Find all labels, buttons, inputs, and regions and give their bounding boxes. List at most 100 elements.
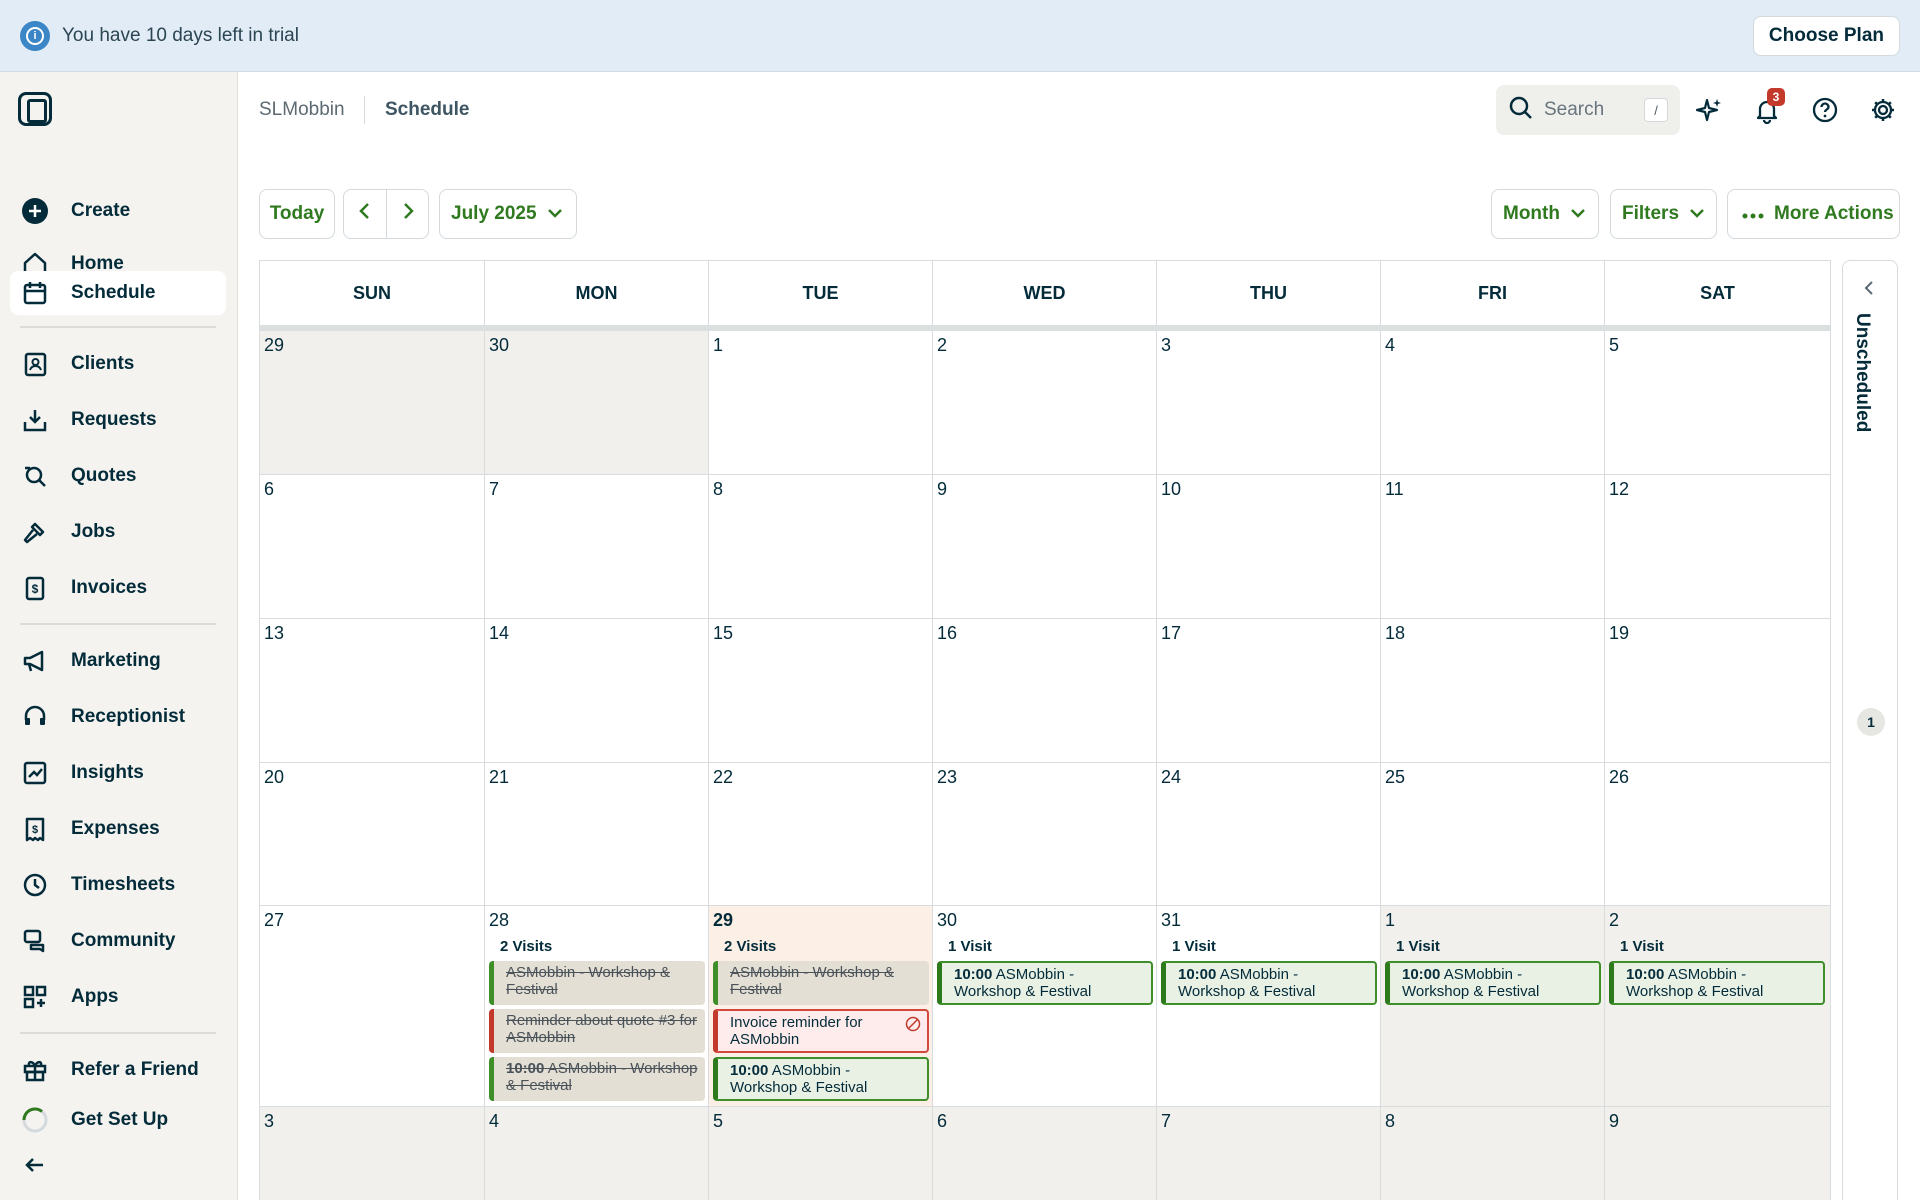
- sidebar-item-clients[interactable]: Clients: [10, 342, 226, 386]
- day-cell[interactable]: 9: [933, 475, 1157, 619]
- day-cell[interactable]: 7: [485, 475, 709, 619]
- day-cell[interactable]: 29: [260, 331, 485, 475]
- calendar-event[interactable]: ASMobbin - Workshop & Festival: [713, 961, 929, 1005]
- sidebar-item-requests[interactable]: Requests: [10, 398, 226, 442]
- collapse-sidebar-button[interactable]: [10, 1143, 226, 1187]
- sidebar-item-marketing[interactable]: Marketing: [10, 639, 226, 683]
- visit-count[interactable]: 1 Visit: [1172, 938, 1216, 955]
- day-cell[interactable]: 5: [1605, 331, 1830, 475]
- day-cell[interactable]: 13: [260, 619, 485, 763]
- more-actions-button[interactable]: More Actions: [1727, 189, 1900, 239]
- day-cell[interactable]: 17: [1157, 619, 1381, 763]
- day-number: 22: [713, 767, 734, 787]
- sidebar-item-label: Insights: [71, 762, 144, 783]
- day-cell[interactable]: 2: [933, 331, 1157, 475]
- day-cell[interactable]: 15: [709, 619, 933, 763]
- day-cell[interactable]: 7: [1157, 1107, 1381, 1200]
- day-cell[interactable]: 31 1 Visit 10:00 ASMobbin - Workshop & F…: [1157, 906, 1381, 1107]
- day-cell[interactable]: 6: [933, 1107, 1157, 1200]
- visit-count[interactable]: 1 Visit: [1396, 938, 1440, 955]
- next-month-button[interactable]: [386, 189, 429, 239]
- unscheduled-panel[interactable]: Unscheduled 1: [1842, 260, 1898, 1200]
- calendar-event[interactable]: Invoice reminder for ASMobbin: [713, 1009, 929, 1053]
- sidebar-item-jobs[interactable]: Jobs: [10, 510, 226, 554]
- visit-count[interactable]: 2 Visits: [724, 938, 776, 955]
- view-select-button[interactable]: Month: [1491, 189, 1599, 239]
- day-cell[interactable]: 10: [1157, 475, 1381, 619]
- day-cell[interactable]: 1 1 Visit 10:00 ASMobbin - Workshop & Fe…: [1381, 906, 1605, 1107]
- sidebar-item-quotes[interactable]: Quotes: [10, 454, 226, 498]
- day-cell[interactable]: 8: [709, 475, 933, 619]
- calendar-event[interactable]: 10:00 ASMobbin - Workshop & Festival: [937, 961, 1153, 1005]
- day-cell[interactable]: 4: [1381, 331, 1605, 475]
- calendar-event[interactable]: 10:00 ASMobbin - Workshop & Festival: [1609, 961, 1825, 1005]
- breadcrumb-company[interactable]: SLMobbin: [259, 99, 345, 121]
- weekday-header: THU: [1157, 261, 1381, 325]
- day-cell[interactable]: 8: [1381, 1107, 1605, 1200]
- day-cell[interactable]: 30 1 Visit 10:00 ASMobbin - Workshop & F…: [933, 906, 1157, 1107]
- day-cell[interactable]: 3: [1157, 331, 1381, 475]
- day-cell[interactable]: 9: [1605, 1107, 1830, 1200]
- day-cell[interactable]: 19: [1605, 619, 1830, 763]
- headset-icon: [20, 702, 50, 732]
- filters-button[interactable]: Filters: [1610, 189, 1717, 239]
- visit-count[interactable]: 1 Visit: [1620, 938, 1664, 955]
- sidebar-item-label: Create: [71, 200, 131, 221]
- day-cell[interactable]: 14: [485, 619, 709, 763]
- gear-icon[interactable]: [1868, 95, 1898, 125]
- day-cell[interactable]: 4: [485, 1107, 709, 1200]
- sidebar-item-timesheets[interactable]: Timesheets: [10, 863, 226, 907]
- sidebar-item-get-set-up[interactable]: Get Set Up: [10, 1098, 226, 1142]
- day-number: 26: [1609, 767, 1630, 787]
- sidebar-item-receptionist[interactable]: Receptionist: [10, 695, 226, 739]
- sidebar-item-create[interactable]: Create: [10, 189, 226, 233]
- day-number: 7: [1161, 1111, 1172, 1131]
- sidebar-item-label: Get Set Up: [71, 1109, 169, 1130]
- sidebar-item-community[interactable]: Community: [10, 919, 226, 963]
- day-cell[interactable]: 6: [260, 475, 485, 619]
- day-cell[interactable]: 1: [709, 331, 933, 475]
- day-cell[interactable]: 3: [260, 1107, 485, 1200]
- sidebar-item-refer-a-friend[interactable]: Refer a Friend: [10, 1048, 226, 1092]
- sidebar-item-insights[interactable]: Insights: [10, 751, 226, 795]
- day-cell[interactable]: 16: [933, 619, 1157, 763]
- ai-sparkle-icon[interactable]: [1694, 95, 1724, 125]
- choose-plan-button[interactable]: Choose Plan: [1752, 15, 1900, 56]
- sidebar-item-schedule[interactable]: Schedule: [10, 271, 226, 315]
- calendar-event[interactable]: 10:00 ASMobbin - Workshop & Festival: [1385, 961, 1601, 1005]
- day-cell[interactable]: 20: [260, 763, 485, 906]
- chevron-left-icon[interactable]: [1862, 279, 1876, 302]
- day-cell[interactable]: 27: [260, 906, 485, 1107]
- previous-month-button[interactable]: [343, 189, 387, 239]
- calendar-event[interactable]: ASMobbin - Workshop & Festival: [489, 961, 705, 1005]
- calendar-event[interactable]: Reminder about quote #3 for ASMobbin: [489, 1009, 705, 1053]
- day-cell[interactable]: 2 1 Visit 10:00 ASMobbin - Workshop & Fe…: [1605, 906, 1830, 1107]
- sidebar-item-expenses[interactable]: $ Expenses: [10, 807, 226, 851]
- day-cell[interactable]: 12: [1605, 475, 1830, 619]
- calendar-event[interactable]: 10:00 ASMobbin - Workshop & Festival: [1161, 961, 1377, 1005]
- day-cell[interactable]: 28 2 Visits ASMobbin - Workshop & Festiv…: [485, 906, 709, 1107]
- visit-count[interactable]: 2 Visits: [500, 938, 552, 955]
- calendar-event[interactable]: 10:00 ASMobbin - Workshop & Festival: [489, 1057, 705, 1101]
- day-cell[interactable]: 5: [709, 1107, 933, 1200]
- app-logo-icon[interactable]: [18, 92, 52, 126]
- visit-count[interactable]: 1 Visit: [948, 938, 992, 955]
- day-cell[interactable]: 22: [709, 763, 933, 906]
- month-picker-button[interactable]: July 2025: [439, 189, 577, 239]
- day-cell[interactable]: 30: [485, 331, 709, 475]
- day-cell[interactable]: 23: [933, 763, 1157, 906]
- day-cell[interactable]: 18: [1381, 619, 1605, 763]
- day-cell[interactable]: 25: [1381, 763, 1605, 906]
- day-cell[interactable]: 21: [485, 763, 709, 906]
- day-cell[interactable]: 26: [1605, 763, 1830, 906]
- search-input[interactable]: Search /: [1496, 85, 1680, 135]
- sidebar-item-invoices[interactable]: $ Invoices: [10, 566, 226, 610]
- help-icon[interactable]: [1810, 95, 1840, 125]
- today-button[interactable]: Today: [259, 189, 335, 239]
- day-cell[interactable]: 24: [1157, 763, 1381, 906]
- day-cell[interactable]: 11: [1381, 475, 1605, 619]
- chevron-left-icon: [358, 202, 372, 226]
- calendar-event[interactable]: 10:00 ASMobbin - Workshop & Festival: [713, 1057, 929, 1101]
- sidebar-item-apps[interactable]: Apps: [10, 975, 226, 1019]
- day-cell-today[interactable]: 29 2 Visits ASMobbin - Workshop & Festiv…: [709, 906, 933, 1107]
